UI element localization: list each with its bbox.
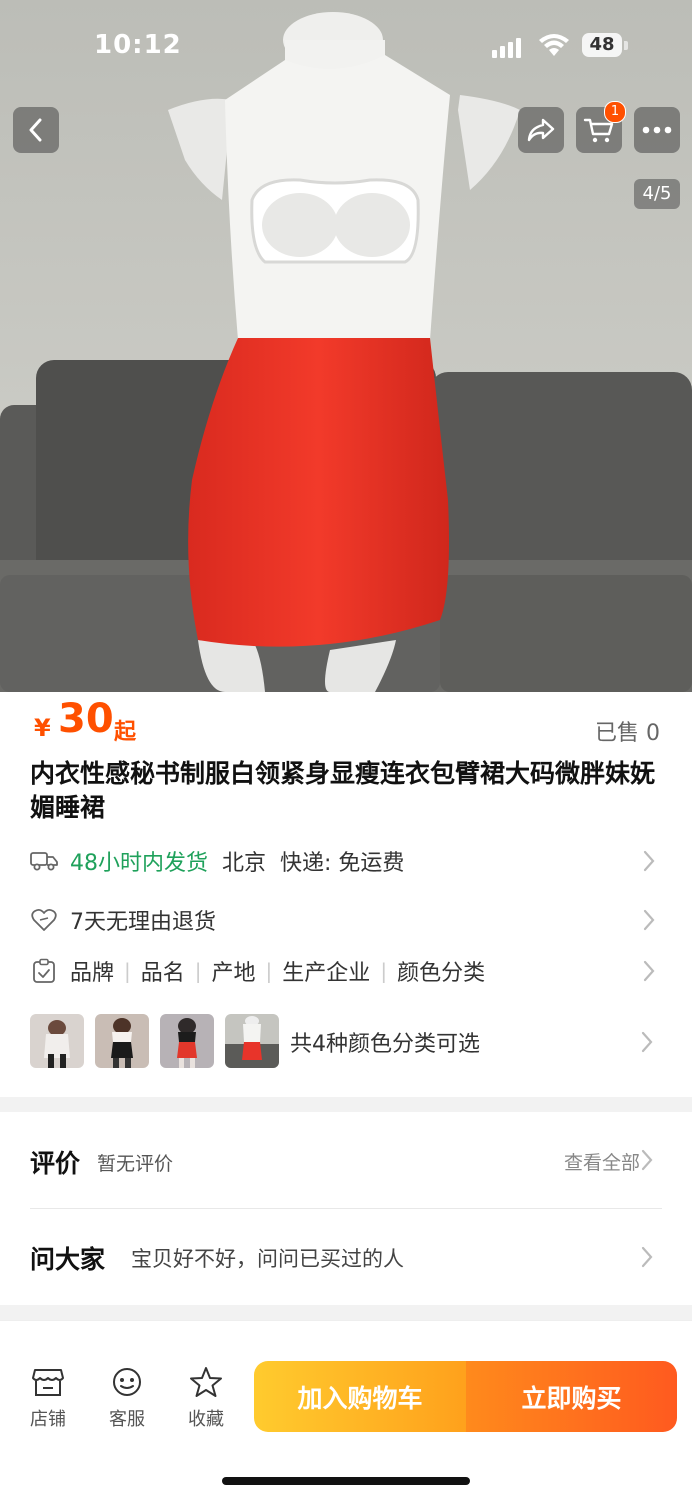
separator: |: [124, 959, 131, 983]
express-fee: 快递: 免运费: [280, 851, 405, 876]
chevron-right-icon: [643, 960, 655, 982]
dispatch-time: 48小时内发货: [70, 851, 208, 876]
truck-icon: [30, 847, 58, 875]
cellular-signal-icon: [492, 38, 521, 58]
returns-row[interactable]: 7天无理由退货: [30, 900, 662, 940]
more-button[interactable]: [634, 107, 680, 153]
variant-thumbnail[interactable]: [225, 1014, 279, 1068]
param-color: 颜色分类: [397, 961, 486, 986]
more-icon: [642, 126, 672, 134]
params-row[interactable]: 品牌 | 品名 | 产地 | 生产企业 | 颜色分类: [30, 951, 662, 991]
ship-location: 北京: [222, 851, 267, 876]
cart-count-badge: 1: [604, 101, 626, 123]
returns-policy: 7天无理由退货: [70, 910, 216, 935]
ask-everyone-prompt[interactable]: 宝贝好不好，问问已买过的人: [131, 1243, 404, 1273]
cart-button[interactable]: 1: [576, 101, 626, 153]
shop-label: 店铺: [30, 1409, 66, 1430]
favorite-tab[interactable]: 收藏: [176, 1366, 236, 1431]
chevron-right-icon: [643, 850, 655, 872]
separator: |: [380, 959, 388, 983]
reviews-title: 评价: [30, 1149, 81, 1178]
variant-thumbnails[interactable]: [30, 1014, 290, 1068]
buy-now-button[interactable]: 立即购买: [466, 1361, 677, 1432]
param-name: 品名: [140, 961, 185, 986]
chevron-right-icon: [641, 1246, 653, 1268]
share-icon: [527, 118, 555, 142]
wifi-icon: [539, 34, 569, 56]
battery-tip: [624, 41, 628, 50]
product-photo: [0, 0, 692, 692]
customer-service-tab[interactable]: 客服: [97, 1366, 157, 1431]
separator: |: [265, 959, 273, 983]
clipboard-check-icon: [30, 957, 58, 985]
variant-thumbnail[interactable]: [160, 1014, 214, 1068]
view-all-reviews-link[interactable]: 查看全部: [564, 1148, 640, 1175]
param-brand: 品牌: [70, 961, 115, 986]
sold-count: 已售 0: [595, 721, 660, 746]
image-counter: 4/5: [634, 179, 680, 209]
add-to-cart-button[interactable]: 加入购物车: [254, 1361, 466, 1432]
store-icon: [32, 1369, 64, 1396]
param-manufacturer: 生产企业: [282, 961, 371, 986]
variant-count-text[interactable]: 共4种颜色分类可选: [290, 1026, 480, 1058]
reviews-status: 暂无评价: [97, 1153, 174, 1175]
back-button[interactable]: [13, 107, 59, 153]
status-time: 10:12: [94, 30, 182, 60]
star-icon: [190, 1367, 222, 1397]
battery-indicator: 48: [582, 33, 622, 57]
shop-tab[interactable]: 店铺: [18, 1366, 78, 1431]
heart-shield-icon: [30, 906, 58, 934]
variant-thumbnail[interactable]: [95, 1014, 149, 1068]
price-currency: ¥: [34, 714, 51, 742]
chevron-right-icon: [643, 909, 655, 931]
chevron-left-icon: [29, 118, 42, 142]
chevron-right-icon: [641, 1149, 653, 1171]
separator: |: [194, 959, 202, 983]
product-title: 内衣性感秘书制服白领紧身显瘦连衣包臂裙大码微胖妹妩媚睡裙: [30, 759, 656, 822]
status-bar: 10:12 48: [0, 0, 692, 90]
price-suffix: 起: [114, 720, 137, 745]
price-value: 30: [58, 696, 114, 742]
shipping-row[interactable]: 48小时内发货 北京 快递: 免运费: [30, 841, 662, 881]
service-label: 客服: [109, 1409, 145, 1430]
variant-thumbnail[interactable]: [30, 1014, 84, 1068]
favorite-label: 收藏: [188, 1409, 224, 1430]
chevron-right-icon: [641, 1031, 653, 1053]
product-image-gallery[interactable]: 10:12 48 1 4/5: [0, 0, 692, 692]
ask-everyone-title[interactable]: 问大家: [30, 1240, 105, 1276]
home-indicator: [222, 1477, 470, 1485]
service-face-icon: [113, 1368, 141, 1396]
share-button[interactable]: [518, 107, 564, 153]
divider: [30, 1208, 662, 1209]
param-origin: 产地: [211, 961, 256, 986]
